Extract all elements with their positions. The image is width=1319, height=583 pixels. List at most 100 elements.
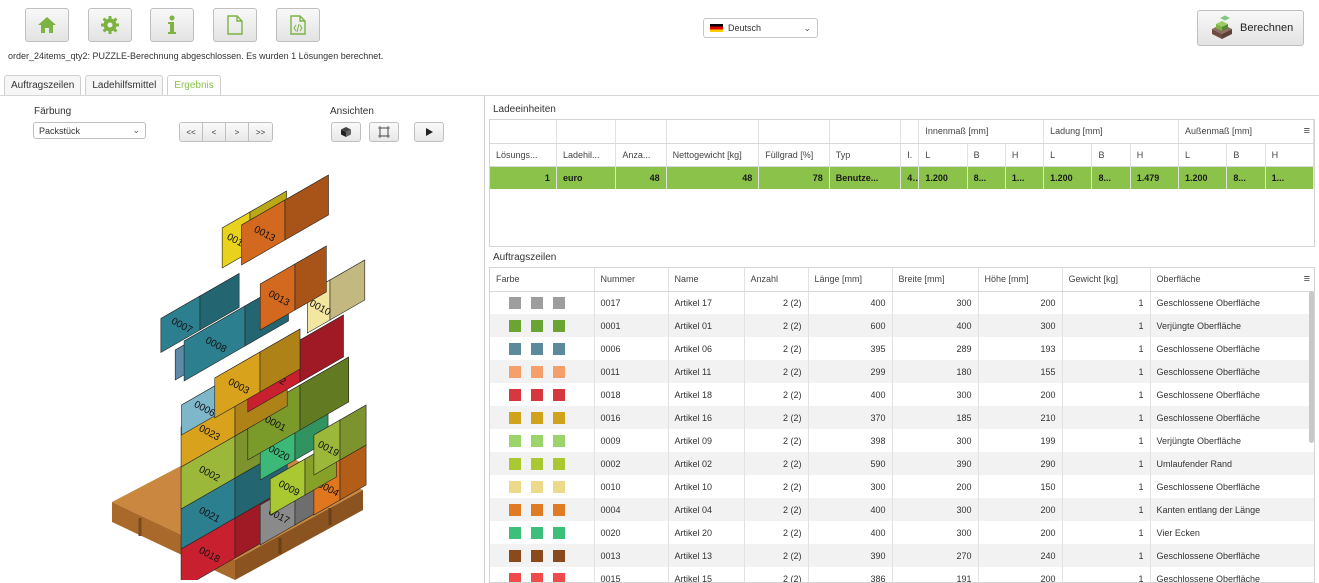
scrollbar[interactable] (1309, 291, 1314, 443)
auftragszeilen-title: Auftragszeilen (493, 252, 557, 263)
color-cell (490, 291, 595, 314)
color-swatch (509, 296, 521, 309)
coloring-select[interactable]: Packstück ⌄ (33, 122, 146, 139)
table-row[interactable]: 0015 Artikel 15 2 (2) 386 191 200 1 Geschlossen… (490, 567, 1314, 582)
table-row[interactable]: 1 euro 48 48 78 Benutze... 4... 1.200 8... 1... 1.… (490, 166, 1314, 189)
cell-breite: 300 (892, 291, 979, 314)
cell-oberflaeche: Umlaufender Rand (1150, 452, 1314, 475)
table-row[interactable]: 0001 Artikel 01 2 (2) 600 400 300 1 Verjüngte O… (490, 314, 1314, 337)
cell-anzahl: 2 (2) (744, 567, 809, 582)
column-header[interactable]: B (967, 143, 1006, 167)
column-header[interactable]: H (1005, 143, 1045, 167)
calculate-button[interactable]: Berechnen (1197, 10, 1304, 46)
table-cell: 48 (666, 166, 760, 189)
cell-gewicht: 1 (1062, 452, 1151, 475)
table-row[interactable]: 0004 Artikel 04 2 (2) 400 300 200 1 Kanten entl… (490, 498, 1314, 521)
play-button[interactable] (414, 122, 444, 142)
column-header[interactable]: Breite [mm] (892, 268, 979, 292)
box-side-face (329, 259, 366, 321)
color-swatch (509, 457, 521, 470)
column-header[interactable]: Oberfläche (1150, 268, 1314, 292)
group-header-innenmass: Innenmaß [mm] (918, 120, 1045, 144)
cell-hoehe: 150 (978, 475, 1063, 498)
document-button[interactable] (213, 8, 257, 42)
column-menu-icon[interactable]: ≡ (1304, 273, 1310, 285)
table-row[interactable]: 0011 Artikel 11 2 (2) 299 180 155 1 Geschlossen… (490, 360, 1314, 383)
view-frame-button[interactable] (369, 122, 399, 142)
column-menu-icon[interactable]: ≡ (1304, 125, 1310, 137)
color-swatch (531, 365, 543, 378)
prev-button[interactable]: < (203, 123, 226, 141)
last-button[interactable]: >> (249, 123, 272, 141)
info-button[interactable] (150, 8, 194, 42)
column-header[interactable]: Lösungs... (490, 143, 557, 167)
color-swatch (553, 457, 565, 470)
cell-name: Artikel 17 (668, 291, 745, 314)
column-header[interactable]: I. (900, 143, 920, 167)
home-button[interactable] (25, 8, 69, 42)
column-header[interactable]: Länge [mm] (808, 268, 893, 292)
table-row[interactable]: 0010 Artikel 10 2 (2) 300 200 150 1 Geschlossen… (490, 475, 1314, 498)
code-file-icon (290, 15, 306, 35)
table-row[interactable]: 0016 Artikel 16 2 (2) 370 185 210 1 Geschlossen… (490, 406, 1314, 429)
group-header-row: Innenmaß [mm] Ladung [mm] Außenmaß [mm] (490, 120, 1314, 144)
color-swatch (509, 572, 521, 582)
column-header[interactable]: Füllgrad [%] (758, 143, 830, 167)
cell-breite: 300 (892, 383, 979, 406)
table-row[interactable]: 0018 Artikel 18 2 (2) 400 300 200 1 Geschlossen… (490, 383, 1314, 406)
column-header[interactable]: Höhe [mm] (978, 268, 1063, 292)
settings-button[interactable] (88, 8, 132, 42)
column-header[interactable]: Gewicht [kg] (1062, 268, 1151, 292)
column-header[interactable]: Name (668, 268, 745, 292)
column-header[interactable]: L (918, 143, 968, 167)
color-swatch (509, 411, 521, 424)
cell-breite: 200 (892, 475, 979, 498)
column-header[interactable]: Nettogewicht [kg] (666, 143, 760, 167)
table-row[interactable]: 0017 Artikel 17 2 (2) 400 300 200 1 Geschlossen… (490, 291, 1314, 314)
column-header[interactable]: Typ (829, 143, 902, 167)
cell-oberflaeche: Geschlossene Oberfläche (1150, 383, 1314, 406)
export-code-button[interactable] (276, 8, 320, 42)
tab-auftragszeilen[interactable]: Auftragszeilen (4, 75, 82, 95)
column-header[interactable]: Farbe (490, 268, 595, 292)
cell-nummer: 0020 (594, 521, 669, 544)
column-header[interactable]: B (1226, 143, 1266, 167)
column-header[interactable]: L (1178, 143, 1228, 167)
table-row[interactable]: 0009 Artikel 09 2 (2) 398 300 199 1 Verjüngte O… (490, 429, 1314, 452)
column-header[interactable]: H (1130, 143, 1180, 167)
frame-icon (378, 126, 390, 138)
column-header[interactable]: B (1091, 143, 1131, 167)
view-3d-button[interactable] (331, 122, 361, 142)
cell-nummer: 0015 (594, 567, 669, 582)
column-header[interactable]: Ladehil... (556, 143, 617, 167)
pallet-3d-view[interactable]: 0018001700210004000900020020 001900010023… (100, 160, 440, 580)
table-row[interactable]: 0013 Artikel 13 2 (2) 390 270 240 1 Geschlossen… (490, 544, 1314, 567)
tab-ergebnis[interactable]: Ergebnis (167, 75, 221, 95)
table-row[interactable]: 0020 Artikel 20 2 (2) 400 300 200 1 Vier Ecken (490, 521, 1314, 544)
table-cell: 8... (1091, 166, 1131, 189)
box-0013[interactable]: 0013 (241, 174, 329, 266)
column-header[interactable]: H (1265, 143, 1314, 167)
table-row[interactable]: 0006 Artikel 06 2 (2) 395 289 193 1 Geschlossen… (490, 337, 1314, 360)
cell-gewicht: 1 (1062, 429, 1151, 452)
cell-hoehe: 210 (978, 406, 1063, 429)
color-swatch (553, 296, 565, 309)
column-header[interactable]: Anzahl (744, 268, 809, 292)
tab-ladehilfsmittel[interactable]: Ladehilfsmittel (85, 75, 164, 95)
cell-nummer: 0016 (594, 406, 669, 429)
cell-hoehe: 193 (978, 337, 1063, 360)
cell-breite: 300 (892, 521, 979, 544)
color-swatch (531, 434, 543, 447)
table-row[interactable]: 0002 Artikel 02 2 (2) 590 390 290 1 Umlaufender… (490, 452, 1314, 475)
column-header[interactable]: L (1043, 143, 1093, 167)
next-button[interactable]: > (226, 123, 249, 141)
tab-divider (0, 95, 1319, 96)
cell-laenge: 400 (808, 498, 893, 521)
language-select[interactable]: Deutsch ⌄ (703, 18, 818, 38)
box-side-face (284, 174, 329, 241)
column-header[interactable]: Nummer (594, 268, 669, 292)
column-header[interactable]: Anza... (615, 143, 667, 167)
color-swatch (553, 365, 565, 378)
cell-oberflaeche: Verjüngte Oberfläche (1150, 429, 1314, 452)
first-button[interactable]: << (180, 123, 203, 141)
